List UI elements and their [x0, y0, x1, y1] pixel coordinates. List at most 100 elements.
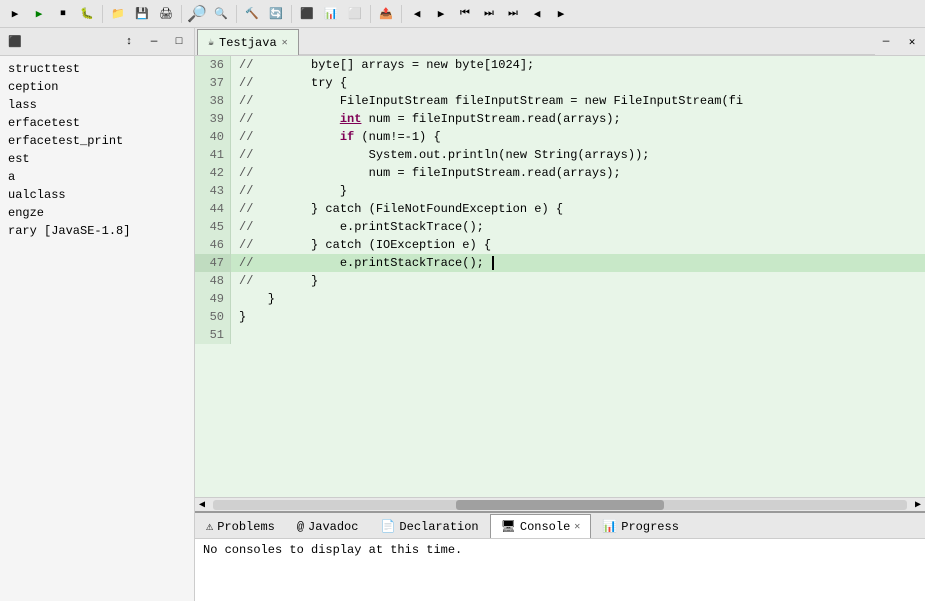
toolbar-btn-print[interactable]: 🖨 — [155, 3, 177, 25]
line-content-36: // byte[] arrays = new byte[1024]; — [231, 56, 542, 74]
code-line-47: 47 // e.printStackTrace(); — [195, 254, 925, 272]
sidebar-item-a[interactable]: a — [0, 168, 194, 186]
line-num-45: 45 — [195, 218, 231, 236]
line-content-44: // } catch (FileNotFoundException e) { — [231, 200, 571, 218]
tab-console-label: Console — [520, 520, 570, 534]
toolbar-btn-new[interactable]: 📁 — [107, 3, 129, 25]
tab-label: Testjava — [219, 36, 277, 50]
line-content-46: // } catch (IOException e) { — [231, 236, 499, 254]
sidebar-item-exception[interactable]: ception — [0, 78, 194, 96]
toolbar-btn-search[interactable]: 🔎 — [186, 3, 208, 25]
sidebar-item-est[interactable]: est — [0, 150, 194, 168]
toolbar-btn-back[interactable]: ◀ — [406, 3, 428, 25]
sep1 — [102, 5, 103, 23]
sidebar-item-engze[interactable]: engze — [0, 204, 194, 222]
toolbar-btn-save[interactable]: 💾 — [131, 3, 153, 25]
sep3 — [236, 5, 237, 23]
toolbar-btn-next2[interactable]: ⏭ — [502, 3, 524, 25]
toolbar-btn-upload[interactable]: 📤 — [375, 3, 397, 25]
line-num-43: 43 — [195, 182, 231, 200]
h-scroll[interactable]: ◀ ▶ — [195, 497, 925, 511]
line-content-41: // System.out.println(new String(arrays)… — [231, 146, 657, 164]
h-scroll-right-btn[interactable]: ▶ — [911, 498, 925, 512]
toolbar-btn-build[interactable]: 🔨 — [241, 3, 263, 25]
tab-close-btn[interactable]: ✕ — [282, 37, 288, 49]
tab-progress[interactable]: 📊 Progress — [591, 514, 690, 538]
editor-close-btn[interactable]: ✕ — [901, 31, 923, 53]
line-content-47: // e.printStackTrace(); — [231, 254, 502, 272]
line-num-41: 41 — [195, 146, 231, 164]
code-line-44: 44 // } catch (FileNotFoundException e) … — [195, 200, 925, 218]
sidebar: ⬛ ↕ — □ structtest ception lass erfacete… — [0, 28, 195, 601]
sidebar-item-library[interactable]: rary [JavaSE-1.8] — [0, 222, 194, 240]
toolbar-btn-right[interactable]: ▶ — [550, 3, 572, 25]
h-scroll-left-btn[interactable]: ◀ — [195, 498, 209, 512]
toolbar-btn-next[interactable]: ⏭ — [478, 3, 500, 25]
tab-declaration[interactable]: 📄 Declaration — [369, 514, 489, 538]
line-content-39: // int num = fileInputStream.read(arrays… — [231, 110, 629, 128]
toolbar-btn-white[interactable]: ⬜ — [344, 3, 366, 25]
toolbar-btn-run2[interactable]: ▶ — [28, 3, 50, 25]
code-line-37: 37 // try { — [195, 74, 925, 92]
sidebar-btn-icon[interactable]: ⬛ — [4, 31, 26, 53]
tab-console-close[interactable]: ✕ — [574, 521, 580, 533]
sidebar-btn-collapse[interactable]: ↕ — [118, 31, 140, 53]
tab-javadoc-label: Javadoc — [308, 520, 358, 534]
toolbar-btn-run[interactable]: ▶ — [4, 3, 26, 25]
code-content: 36 // byte[] arrays = new byte[1024]; 37… — [195, 56, 925, 344]
line-num-44: 44 — [195, 200, 231, 218]
sidebar-btn-minimize[interactable]: — — [143, 31, 165, 53]
sep5 — [370, 5, 371, 23]
sidebar-item-ualclass[interactable]: ualclass — [0, 186, 194, 204]
line-num-46: 46 — [195, 236, 231, 254]
toolbar-btn-chart[interactable]: 📊 — [320, 3, 342, 25]
tab-progress-label: Progress — [621, 520, 679, 534]
code-line-50: 50 } — [195, 308, 925, 326]
line-content-38: // FileInputStream fileInputStream = new… — [231, 92, 751, 110]
toolbar-btn-debug[interactable]: 🐛 — [76, 3, 98, 25]
toolbar-btn-stop[interactable]: ⏹ — [52, 3, 74, 25]
tab-declaration-label: Declaration — [399, 520, 478, 534]
sidebar-item-interfacetest-print[interactable]: erfacetest_print — [0, 132, 194, 150]
toolbar-btn-left[interactable]: ◀ — [526, 3, 548, 25]
main-layout: ⬛ ↕ — □ structtest ception lass erfacete… — [0, 28, 925, 601]
sidebar-item-interfacetest[interactable]: erfacetest — [0, 114, 194, 132]
panel-tabs: ⚠ Problems @ Javadoc 📄 Declaration 🖥 Con… — [195, 513, 925, 539]
toolbar-btn-forward[interactable]: ▶ — [430, 3, 452, 25]
h-scroll-thumb[interactable] — [456, 500, 664, 510]
tab-java-icon: ☕ — [208, 37, 214, 49]
h-scroll-track[interactable] — [213, 500, 907, 510]
editor-and-bottom: ☕ Testjava ✕ — ✕ 36 // byte[] arrays = n… — [195, 28, 925, 601]
tab-problems[interactable]: ⚠ Problems — [195, 514, 286, 538]
sidebar-btn-maximize[interactable]: □ — [168, 31, 190, 53]
progress-icon: 📊 — [602, 519, 617, 534]
tab-console[interactable]: 🖥 Console ✕ — [490, 514, 592, 538]
editor-tab-testjava[interactable]: ☕ Testjava ✕ — [197, 29, 299, 55]
code-line-48: 48 // } — [195, 272, 925, 290]
sep2 — [181, 5, 182, 23]
line-content-40: // if (num!=-1) { — [231, 128, 449, 146]
bottom-panel: ⚠ Problems @ Javadoc 📄 Declaration 🖥 Con… — [195, 511, 925, 601]
line-num-37: 37 — [195, 74, 231, 92]
toolbar-btn-search2[interactable]: 🔍 — [210, 3, 232, 25]
line-content-51 — [231, 326, 254, 344]
problems-icon: ⚠ — [206, 519, 213, 534]
line-num-40: 40 — [195, 128, 231, 146]
code-editor[interactable]: 36 // byte[] arrays = new byte[1024]; 37… — [195, 56, 925, 497]
tab-javadoc[interactable]: @ Javadoc — [286, 514, 370, 538]
sidebar-toolbar: ⬛ ↕ — □ — [0, 28, 194, 56]
toolbar-btn-prev[interactable]: ⏮ — [454, 3, 476, 25]
line-num-51: 51 — [195, 326, 231, 344]
sidebar-item-class[interactable]: lass — [0, 96, 194, 114]
sidebar-item-structtest[interactable]: structtest — [0, 60, 194, 78]
toolbar-btn-console[interactable]: ⬛ — [296, 3, 318, 25]
line-num-39: 39 — [195, 110, 231, 128]
code-line-43: 43 // } — [195, 182, 925, 200]
line-num-47: 47 — [195, 254, 231, 272]
editor-minimize-btn[interactable]: — — [875, 31, 897, 53]
code-line-36: 36 // byte[] arrays = new byte[1024]; — [195, 56, 925, 74]
code-line-42: 42 // num = fileInputStream.read(arrays)… — [195, 164, 925, 182]
sidebar-items: structtest ception lass erfacetest erfac… — [0, 56, 194, 601]
code-line-46: 46 // } catch (IOException e) { — [195, 236, 925, 254]
toolbar-btn-refresh[interactable]: 🔄 — [265, 3, 287, 25]
